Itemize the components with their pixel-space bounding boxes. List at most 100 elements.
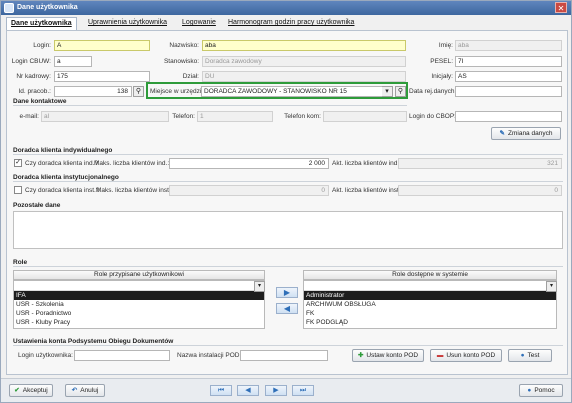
email-field[interactable]: al — [41, 111, 169, 122]
plus-icon: ✚ — [357, 352, 364, 359]
tab-dane-uzytkownika[interactable]: Dane użytkownika — [6, 17, 77, 30]
id-pracob-field[interactable]: 138 — [54, 86, 132, 97]
section-role: Role — [13, 259, 28, 266]
available-roles-list[interactable]: Administrator ARCHIWUM OBSŁUGA FK FK POD… — [303, 280, 557, 329]
section-doradca-inst: Doradca klienta instytucjonalnego — [13, 174, 119, 181]
max-ind-field[interactable]: 2 000 — [169, 158, 329, 169]
inicjaly-field[interactable]: AS — [455, 71, 562, 82]
list-item[interactable] — [14, 281, 264, 291]
usun-konto-button[interactable]: ▬ Usun konto POD — [430, 349, 502, 362]
list-item[interactable]: IFA — [14, 291, 264, 300]
login-cbop-label: Login do CBOP: — [409, 113, 456, 120]
akt-inst-label: Akt. liczba klientów inst.: — [332, 187, 403, 194]
list-item[interactable]: ARCHIWUM OBSŁUGA — [304, 300, 556, 309]
window-title: Dane użytkownika — [17, 4, 78, 11]
list-item[interactable] — [304, 281, 556, 291]
user-data-window: Dane użytkownika ✕ Dane użytkownika Upra… — [0, 0, 572, 403]
imie-field[interactable]: aba — [455, 40, 562, 51]
login-cbop-field[interactable] — [455, 111, 562, 122]
akt-inst-field[interactable]: 0 — [398, 185, 562, 196]
chevron-down-icon[interactable]: ▾ — [254, 281, 265, 292]
anuluj-button[interactable]: ↶ Anuluj — [65, 384, 105, 397]
akt-ind-label: Akt. liczba klientów ind.: — [332, 160, 402, 167]
ustaw-konto-button[interactable]: ✚ Ustaw konto POD — [352, 349, 424, 362]
list-item[interactable]: USR - Poradnictwo — [14, 309, 264, 318]
window-icon — [4, 3, 14, 13]
akt-ind-field[interactable]: 321 — [398, 158, 562, 169]
miejsce-label: Miejsce w urzędzie: — [150, 88, 207, 95]
doradca-inst-checkbox[interactable] — [14, 186, 22, 194]
tab-uprawnienia[interactable]: Uprawnienia użytkownika — [88, 17, 167, 30]
imie-label: Imię: — [438, 42, 453, 49]
section-pozostale: Pozostałe dane — [13, 202, 61, 209]
dzial-field[interactable]: DU — [202, 71, 406, 82]
divider — [13, 266, 563, 267]
next-record-button[interactable]: ▶ — [265, 385, 287, 396]
tab-harmonogram[interactable]: Harmonogram godzin pracy użytkownika — [228, 17, 354, 30]
akceptuj-label: Akceptuj — [22, 387, 48, 394]
max-inst-label: Maks. liczba klientów inst.: — [96, 187, 173, 194]
data-rej-field[interactable] — [455, 86, 562, 97]
nazwisko-field[interactable]: aba — [202, 40, 406, 51]
assigned-roles-list[interactable]: IFA USR - Szkolenia USR - Poradnictwo US… — [13, 280, 265, 329]
divider — [13, 105, 407, 106]
list-item[interactable]: USR - Kluby Pracy — [14, 318, 264, 327]
list-item[interactable]: USR - Szkolenia — [14, 300, 264, 309]
list-item[interactable]: FK — [304, 309, 556, 318]
move-right-button[interactable]: ◀ — [276, 303, 298, 314]
section-dane-kontaktowe: Dane kontaktowe — [13, 98, 67, 105]
data-rej-label: Data rej.danych: — [409, 88, 457, 95]
miejsce-select[interactable]: DORADCA ZAWODOWY - STANOWISKO NR 15 — [201, 86, 388, 97]
pod-login-field[interactable] — [74, 350, 170, 361]
doradca-ind-checkbox[interactable]: ✓ — [14, 159, 22, 167]
main-panel: Login: A Nazwisko: aba Imię: aba Login C… — [6, 30, 568, 375]
close-button[interactable]: ✕ — [555, 2, 567, 13]
pomoc-button[interactable]: ● Pomoc — [519, 384, 563, 397]
pozostale-textarea[interactable] — [13, 211, 563, 249]
title-bar: Dane użytkownika ✕ — [1, 1, 571, 15]
test-label: Test — [527, 352, 540, 359]
list-item[interactable]: Administrator — [304, 291, 556, 300]
divider — [13, 181, 563, 182]
inicjaly-label: Inicjały: — [431, 73, 453, 80]
chevron-down-icon[interactable]: ▾ — [546, 281, 557, 292]
chevron-down-icon[interactable]: ▾ — [382, 86, 393, 97]
stanowisko-label: Stanowisko: — [163, 58, 199, 65]
login-field[interactable]: A — [54, 40, 150, 51]
telefon-kom-field[interactable] — [323, 111, 407, 122]
pod-login-label: Login użytkownika: — [18, 352, 73, 359]
telefon-field[interactable]: 1 — [197, 111, 273, 122]
pesel-field[interactable]: 7I — [455, 56, 562, 67]
last-record-button[interactable]: ⏭ — [292, 385, 314, 396]
telefon-label: Telefon: — [172, 113, 195, 120]
pod-instalacja-field[interactable] — [240, 350, 328, 361]
footer-bar: ✔ Akceptuj ↶ Anuluj ⏮ ◀ ▶ ⏭ ● Pomoc — [1, 378, 571, 402]
first-record-button[interactable]: ⏮ — [210, 385, 232, 396]
login-cbuw-field[interactable]: a — [54, 56, 92, 67]
list-item[interactable]: FK PODGLĄD — [304, 318, 556, 327]
anuluj-label: Anuluj — [80, 387, 99, 394]
telefon-kom-label: Telefon kom: — [284, 113, 321, 120]
test-button[interactable]: ● Test — [508, 349, 552, 362]
section-doradca-ind: Doradca klienta indywidualnego — [13, 147, 113, 154]
ustaw-konto-label: Ustaw konto POD — [366, 352, 419, 359]
nr-kadrowy-field[interactable]: 175 — [54, 71, 150, 82]
akceptuj-button[interactable]: ✔ Akceptuj — [9, 384, 53, 397]
login-cbuw-label: Login CBUW: — [11, 58, 51, 65]
tab-logowanie[interactable]: Logowanie — [182, 17, 216, 30]
pomoc-label: Pomoc — [534, 387, 555, 394]
login-label: Login: — [33, 42, 51, 49]
search-icon[interactable]: ⚲ — [395, 86, 406, 97]
assigned-roles-header: Role przypisane użytkownikowi — [13, 270, 265, 280]
prev-record-button[interactable]: ◀ — [237, 385, 259, 396]
max-inst-field[interactable]: 0 — [169, 185, 329, 196]
available-roles-header: Role dostępne w systemie — [303, 270, 557, 280]
stanowisko-field[interactable]: Doradca zawodowy — [202, 56, 406, 67]
search-icon[interactable]: ⚲ — [133, 86, 144, 97]
move-left-button[interactable]: ▶ — [276, 287, 298, 298]
max-ind-label: Maks. liczba klientów ind.: — [94, 160, 170, 167]
zmiana-danych-button[interactable]: ✎ Zmiana danych — [491, 127, 561, 140]
email-label: e-mail: — [19, 113, 39, 120]
section-pod: Ustawienia konta Podsystemu Obiegu Dokum… — [13, 338, 174, 345]
pesel-label: PESEL: — [430, 58, 453, 65]
